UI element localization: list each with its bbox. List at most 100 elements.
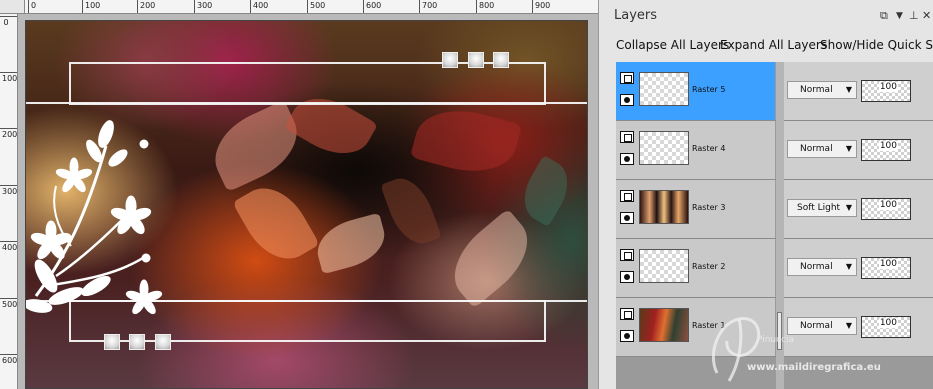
- layer-thumbnail: [639, 249, 689, 283]
- layer-props: Normal ▼ 100: [784, 62, 933, 120]
- ruler-tick: [0, 241, 17, 242]
- layers-palette: Layers ⧉ ▼ ⊥ ✕ Collapse All Layers Expan…: [598, 0, 933, 389]
- petal-shape: [438, 208, 544, 309]
- ruler-label: 300: [197, 1, 213, 10]
- ruler-left: 0 100 200 300 400 500 600: [0, 14, 18, 389]
- canvas-divider: [588, 20, 598, 389]
- layer-row-raster-3[interactable]: Raster 3 Soft Light ▼ 100: [616, 180, 933, 239]
- layer-row-raster-5[interactable]: Raster 5 Normal ▼ 100: [616, 62, 933, 121]
- eye-icon[interactable]: [620, 330, 634, 342]
- opacity-field[interactable]: 100: [861, 198, 911, 220]
- ruler-label: 400: [253, 1, 269, 10]
- pin-icon[interactable]: ⊥: [909, 9, 919, 22]
- petal-shape: [409, 99, 523, 183]
- opacity-value: 100: [878, 259, 898, 269]
- ruler-tick: [0, 185, 17, 186]
- layer-row-raster-2[interactable]: Raster 2 Normal ▼ 100: [616, 239, 933, 298]
- layer-group-icon[interactable]: [620, 72, 634, 84]
- close-icon[interactable]: ✕: [922, 9, 931, 22]
- watermark-logo: [711, 317, 761, 382]
- canvas-area[interactable]: 0 100 200 300 400 500 600 700 800 900 0 …: [0, 0, 598, 389]
- expand-all-button[interactable]: Expand All Layers: [720, 38, 827, 52]
- blend-mode-value: Normal: [800, 262, 833, 272]
- chevron-down-icon: ▼: [845, 262, 852, 271]
- eye-icon[interactable]: [620, 212, 634, 224]
- opacity-field[interactable]: 100: [861, 257, 911, 279]
- collapse-all-button[interactable]: Collapse All Layers: [616, 38, 729, 52]
- restore-icon[interactable]: ⧉: [880, 9, 888, 23]
- floral-ornament: [26, 120, 163, 315]
- blend-mode-select[interactable]: Soft Light ▼: [787, 199, 857, 217]
- deco-square: [155, 334, 171, 350]
- ruler-tick: [476, 0, 477, 13]
- ruler-tick: [532, 0, 533, 13]
- layer-name: Raster 3: [692, 203, 726, 212]
- ruler-label: 800: [479, 1, 495, 10]
- show-hide-quick-search-button[interactable]: Show/Hide Quick Sear: [820, 38, 933, 52]
- ruler-tick: [137, 0, 138, 13]
- ruler-tick: [363, 0, 364, 13]
- ruler-tick: [0, 128, 17, 129]
- layer-name: Raster 5: [692, 85, 726, 94]
- opacity-value: 100: [878, 200, 898, 210]
- opacity-field[interactable]: 100: [861, 80, 911, 102]
- ruler-tick: [28, 0, 29, 13]
- ruler-tick: [307, 0, 308, 13]
- ruler-corner: [0, 0, 25, 14]
- layer-group-icon[interactable]: [620, 308, 634, 320]
- petal-shape: [232, 175, 320, 272]
- opacity-value: 100: [878, 82, 898, 92]
- blend-mode-select[interactable]: Normal ▼: [787, 258, 857, 276]
- ruler-label: 600: [366, 1, 382, 10]
- deco-square: [493, 52, 509, 68]
- layer-thumbnail: [639, 131, 689, 165]
- blend-mode-value: Soft Light: [797, 203, 841, 213]
- chevron-down-icon: ▼: [845, 144, 852, 153]
- blend-mode-select[interactable]: Normal ▼: [787, 140, 857, 158]
- ruler-label: 700: [422, 1, 438, 10]
- opacity-field[interactable]: 100: [861, 139, 911, 161]
- layer-cell[interactable]: Raster 3: [616, 180, 775, 238]
- deco-square: [104, 334, 120, 350]
- ruler-label: 100: [85, 1, 101, 10]
- watermark-site: www.maildiregrafica.eu: [747, 362, 881, 373]
- layer-group-icon[interactable]: [620, 131, 634, 143]
- watermark-name: Pinuccia: [757, 335, 795, 345]
- layer-group-icon[interactable]: [620, 249, 634, 261]
- eye-icon[interactable]: [620, 94, 634, 106]
- layer-cell[interactable]: Raster 4: [616, 121, 775, 179]
- layer-name: Raster 2: [692, 262, 726, 271]
- layer-row-raster-4[interactable]: Raster 4 Normal ▼ 100: [616, 121, 933, 180]
- layer-thumbnail: [639, 190, 689, 224]
- ruler-label: 0: [31, 1, 37, 10]
- layer-thumbnail: [639, 308, 689, 342]
- layer-cell[interactable]: Raster 5: [616, 62, 775, 120]
- ruler-tick: [250, 0, 251, 13]
- top-horizontal-line: [26, 102, 587, 104]
- eye-icon[interactable]: [620, 153, 634, 165]
- opacity-value: 100: [878, 141, 898, 151]
- deco-square: [442, 52, 458, 68]
- deco-square: [468, 52, 484, 68]
- petal-shape: [513, 155, 579, 227]
- ruler-tick: [0, 298, 17, 299]
- eye-icon[interactable]: [620, 271, 634, 283]
- chevron-down-icon: ▼: [845, 203, 852, 212]
- petal-shape: [380, 171, 442, 251]
- ruler-tick: [194, 0, 195, 13]
- palette-titlebar[interactable]: Layers ⧉ ▼ ⊥ ✕: [599, 0, 933, 30]
- layer-props: Normal ▼ 100: [784, 239, 933, 297]
- image-canvas[interactable]: [25, 20, 588, 389]
- blend-mode-select[interactable]: Normal ▼: [787, 81, 857, 99]
- ruler-top: 0 100 200 300 400 500 600 700 800 900: [25, 0, 598, 14]
- ruler-label: 200: [2, 130, 18, 139]
- ruler-label: 0: [3, 18, 9, 27]
- ruler-label: 300: [2, 187, 18, 196]
- deco-square: [129, 334, 145, 350]
- layer-cell[interactable]: Raster 2: [616, 239, 775, 297]
- ruler-tick: [0, 72, 17, 73]
- layer-group-icon[interactable]: [620, 190, 634, 202]
- dropdown-icon[interactable]: ▼: [896, 11, 903, 21]
- blend-mode-value: Normal: [800, 144, 833, 154]
- ruler-tick: [82, 0, 83, 13]
